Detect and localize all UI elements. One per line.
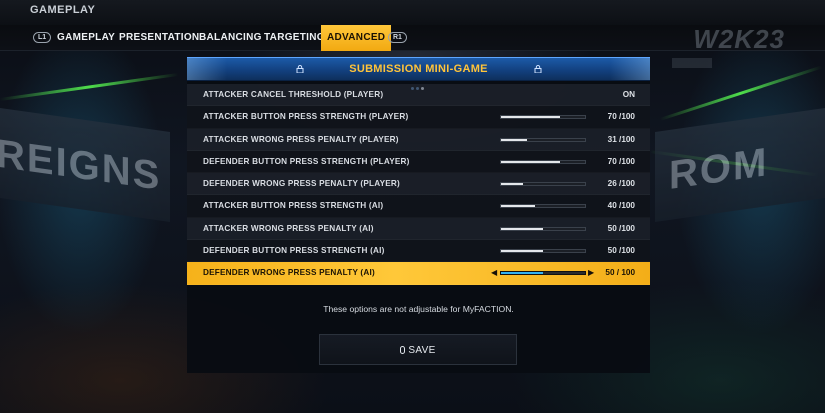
setting-value: 50 / 100 [605, 268, 635, 278]
setting-row-defender-wrong-press-penalty-player[interactable]: DEFENDER WRONG PRESS PENALTY (PLAYER) 26… [187, 173, 650, 196]
save-label: SAVE [408, 345, 436, 356]
setting-value: 70 /100 [607, 112, 635, 122]
game-logo: W2K23 [693, 24, 785, 54]
tab-targeting[interactable]: TARGETING [264, 25, 325, 51]
setting-label: DEFENDER BUTTON PRESS STRENGTH (PLAYER) [203, 156, 410, 166]
save-button[interactable]: SAVE [319, 334, 517, 365]
setting-row-attacker-button-press-strength-player[interactable]: ATTACKER BUTTON PRESS STRENGTH (PLAYER) … [187, 106, 650, 129]
setting-value: 40 /100 [607, 201, 635, 211]
setting-row-attacker-button-press-strength-ai[interactable]: ATTACKER BUTTON PRESS STRENGTH (AI) 40 /… [187, 195, 650, 218]
panel-header: SUBMISSION MINI-GAME [187, 57, 650, 90]
tab-gameplay[interactable]: GAMEPLAY [57, 25, 115, 51]
slider-fill [501, 250, 543, 253]
save-icon [400, 346, 406, 354]
arrow-right-icon[interactable]: ▶ [588, 268, 594, 277]
setting-value: ON [622, 90, 635, 99]
setting-row-attacker-wrong-press-penalty-ai[interactable]: ATTACKER WRONG PRESS PENALTY (AI) 50 /10… [187, 217, 650, 241]
tab-presentation[interactable]: PRESENTATION [119, 25, 199, 51]
value-slider[interactable] [500, 159, 586, 164]
setting-value: 31 /100 [607, 134, 635, 144]
setting-row-defender-button-press-strength-ai[interactable]: DEFENDER BUTTON PRESS STRENGTH (AI) 50 /… [187, 240, 650, 263]
setting-label: ATTACKER WRONG PRESS PENALTY (PLAYER) [203, 134, 399, 144]
setting-row-defender-wrong-press-penalty-ai[interactable]: DEFENDER WRONG PRESS PENALTY (AI) ◀ ▶ 50… [187, 262, 650, 285]
settings-list: ATTACKER CANCEL THRESHOLD (PLAYER) ON AT… [187, 84, 650, 285]
tab-advanced[interactable]: ADVANCED [321, 25, 392, 51]
slider-fill [501, 227, 543, 230]
setting-label: DEFENDER WRONG PRESS PENALTY (PLAYER) [203, 179, 400, 189]
arena-sign-left: REIGNS [0, 131, 162, 199]
settings-panel: SUBMISSION MINI-GAME ATTACKER CANCEL THR… [187, 57, 650, 373]
slider-fill [501, 183, 523, 186]
value-slider[interactable] [500, 115, 586, 120]
top-bar: GAMEPLAY [0, 0, 825, 26]
setting-value: 70 /100 [607, 156, 635, 166]
setting-label: ATTACKER CANCEL THRESHOLD (PLAYER) [203, 90, 384, 99]
slider-fill [501, 160, 560, 163]
value-slider[interactable] [500, 271, 586, 276]
value-slider[interactable] [500, 182, 586, 187]
value-slider[interactable] [500, 137, 586, 142]
setting-label: ATTACKER WRONG PRESS PENALTY (AI) [203, 223, 374, 233]
value-slider[interactable] [500, 249, 586, 254]
right-bumper-icon[interactable]: R1 [388, 32, 407, 43]
setting-value: 50 /100 [607, 223, 635, 233]
slider-fill [501, 138, 528, 141]
arrow-left-icon[interactable]: ◀ [491, 268, 497, 277]
page-title: GAMEPLAY [30, 4, 96, 16]
setting-row-attacker-cancel-threshold-player[interactable]: ATTACKER CANCEL THRESHOLD (PLAYER) ON [187, 84, 650, 107]
lock-icon [534, 65, 542, 73]
tab-balancing[interactable]: BALANCING [199, 25, 262, 51]
panel-title: SUBMISSION MINI-GAME [349, 63, 488, 75]
setting-label: DEFENDER BUTTON PRESS STRENGTH (AI) [203, 246, 385, 256]
decorative-block [672, 58, 712, 68]
arena-sign-right: ROM [669, 140, 769, 198]
setting-value: 50 /100 [607, 246, 635, 256]
value-slider[interactable] [500, 204, 586, 209]
setting-row-attacker-wrong-press-penalty-player[interactable]: ATTACKER WRONG PRESS PENALTY (PLAYER) 31… [187, 128, 650, 151]
setting-label: ATTACKER BUTTON PRESS STRENGTH (PLAYER) [203, 112, 409, 122]
setting-value: 26 /100 [607, 179, 635, 189]
setting-row-defender-button-press-strength-player[interactable]: DEFENDER BUTTON PRESS STRENGTH (PLAYER) … [187, 150, 650, 174]
left-bumper-icon[interactable]: L1 [33, 32, 52, 43]
slider-fill [501, 205, 535, 208]
slider-fill [501, 116, 560, 119]
setting-label: DEFENDER WRONG PRESS PENALTY (AI) [203, 268, 375, 278]
setting-label: ATTACKER BUTTON PRESS STRENGTH (AI) [203, 201, 384, 211]
value-slider[interactable] [500, 226, 586, 231]
slider-fill [501, 272, 543, 275]
myfaction-notice: These options are not adjustable for MyF… [323, 304, 514, 314]
